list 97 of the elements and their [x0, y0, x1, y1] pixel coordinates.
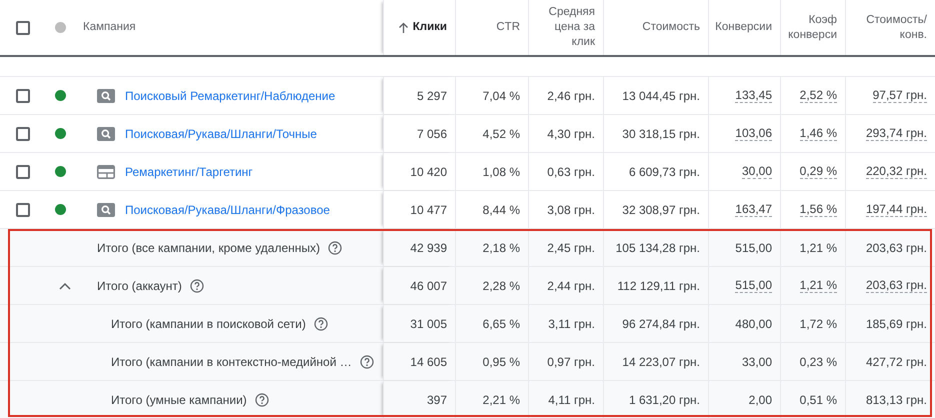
status-dot[interactable] [54, 22, 66, 33]
checkbox[interactable] [16, 202, 30, 216]
table-cell: 8,44 % [482, 202, 520, 216]
column-header[interactable]: Конверсии [715, 20, 772, 35]
total-label: Итого (все кампании, кроме удаленных) [97, 240, 320, 254]
table-cell: 133,45 [735, 88, 772, 103]
table-cell: 163,47 [735, 202, 772, 217]
table-cell: 32 308,97 грн. [622, 202, 700, 216]
table-cell: 427,72 грн. [866, 354, 927, 368]
table-cell: 203,63 грн. [866, 240, 927, 254]
total-label: Итого (аккаунт) [97, 278, 182, 292]
table-cell: 30 318,15 грн. [622, 126, 700, 140]
table-cell: 7 056 [416, 126, 447, 140]
table-cell: 2,52 % [800, 88, 837, 103]
table-cell: 2,18 % [482, 240, 520, 254]
table-cell: 203,63 грн. [866, 278, 927, 293]
total-label: Итого (кампании в контекстно-медийной … [111, 354, 352, 368]
search-icon [97, 88, 115, 102]
table-cell: 30,00 [742, 164, 772, 179]
campaign-link[interactable]: Ремаркетинг/Таргетинг [125, 164, 253, 178]
column-header[interactable]: Стоимость/ конв. [854, 12, 927, 42]
help-icon[interactable] [254, 392, 269, 406]
table-cell: 185,69 грн. [866, 316, 927, 330]
table-cell: 6 609,73 грн. [628, 164, 700, 178]
column-header[interactable]: Кампания [83, 20, 136, 35]
table-cell: 0,95 % [482, 354, 520, 368]
table-cell: 4,30 грн. [547, 126, 595, 140]
table-cell: 2,21 % [482, 392, 520, 406]
campaign-link[interactable]: Поисковая/Рукава/Шланги/Точные [125, 126, 317, 140]
table-cell: 14 223,07 грн. [622, 354, 700, 368]
table-cell: 197,44 грн. [866, 202, 927, 217]
table-cell: 14 605 [410, 354, 447, 368]
table-cell: 1,08 % [482, 164, 520, 178]
table-cell: 0,23 % [800, 354, 837, 368]
arrow-up-icon [398, 22, 409, 34]
table-cell: 97,57 грн. [872, 88, 927, 103]
search-icon [97, 126, 115, 140]
table-cell: 2,44 грн. [547, 278, 595, 292]
table-cell: 46 007 [410, 278, 447, 292]
column-header[interactable]: Стоимость [642, 20, 700, 35]
chevron-up-icon[interactable] [59, 282, 71, 290]
table-cell: 96 274,84 грн. [622, 316, 700, 330]
campaign-link[interactable]: Поисковая/Рукава/Шланги/Фразовое [125, 202, 330, 216]
checkbox[interactable] [16, 20, 30, 34]
table-cell: 7,04 % [482, 88, 520, 102]
table-cell: 1,56 % [800, 202, 837, 217]
table-cell: 3,08 грн. [547, 202, 595, 216]
table-cell: 813,13 грн. [866, 392, 927, 406]
table-cell: 220,32 грн. [866, 164, 927, 179]
table-cell: 515,00 [735, 240, 772, 254]
campaign-link[interactable]: Поисковый Ремаркетинг/Наблюдение [125, 88, 336, 102]
table-cell: 1,21 % [800, 278, 837, 293]
table-cell: 31 005 [410, 316, 447, 330]
table-cell: 1,72 % [800, 316, 837, 330]
table-cell: 2,28 % [482, 278, 520, 292]
search-icon [97, 202, 115, 216]
table-cell: 13 044,45 грн. [622, 88, 700, 102]
table-cell: 0,63 грн. [547, 164, 595, 178]
table-cell: 0,97 грн. [547, 354, 595, 368]
table-cell: 397 [426, 392, 447, 406]
table-cell: 105 134,28 грн. [616, 240, 700, 254]
table-cell: 1,46 % [800, 126, 837, 141]
column-header[interactable]: Клики [398, 20, 447, 35]
table-cell: 1,21 % [800, 240, 837, 254]
total-label: Итого (умные кампании) [111, 392, 247, 406]
table-cell: 2,00 [748, 392, 772, 406]
table-cell: 0,29 % [800, 164, 837, 179]
table-cell: 515,00 [735, 278, 772, 293]
help-icon[interactable] [314, 316, 328, 330]
table-cell: 42 939 [410, 240, 447, 254]
table-cell: 1 631,20 грн. [628, 392, 700, 406]
help-icon[interactable] [190, 278, 204, 292]
checkbox[interactable] [16, 88, 30, 102]
help-icon[interactable] [328, 240, 342, 254]
table-cell: 293,74 грн. [866, 126, 927, 141]
column-header[interactable]: Средняя цена за клик [537, 5, 595, 50]
table-cell: 4,11 грн. [548, 392, 595, 406]
table-cell: 6,65 % [482, 316, 520, 330]
table-cell: 2,46 грн. [547, 88, 595, 102]
table-cell: 33,00 [742, 354, 772, 368]
table-cell: 0,51 % [800, 392, 837, 406]
table-cell: 4,52 % [482, 126, 520, 140]
table-cell: 103,06 [735, 126, 772, 141]
column-header[interactable]: CTR [496, 20, 520, 35]
table-cell: 5 297 [416, 88, 447, 102]
total-label: Итого (кампании в поисковой сети) [111, 316, 306, 330]
checkbox[interactable] [16, 126, 30, 140]
help-icon[interactable] [360, 354, 374, 368]
table-cell: 3,11 грн. [548, 316, 595, 330]
column-header[interactable]: Коэф конверси [788, 12, 837, 42]
table-cell: 10 420 [410, 164, 447, 178]
table-cell: 480,00 [735, 316, 772, 330]
table-cell: 2,45 грн. [547, 240, 595, 254]
table-cell: 112 129,11 грн. [617, 278, 700, 292]
checkbox[interactable] [16, 164, 30, 178]
table-cell: 10 477 [410, 202, 447, 216]
display-ad-icon [97, 164, 115, 178]
